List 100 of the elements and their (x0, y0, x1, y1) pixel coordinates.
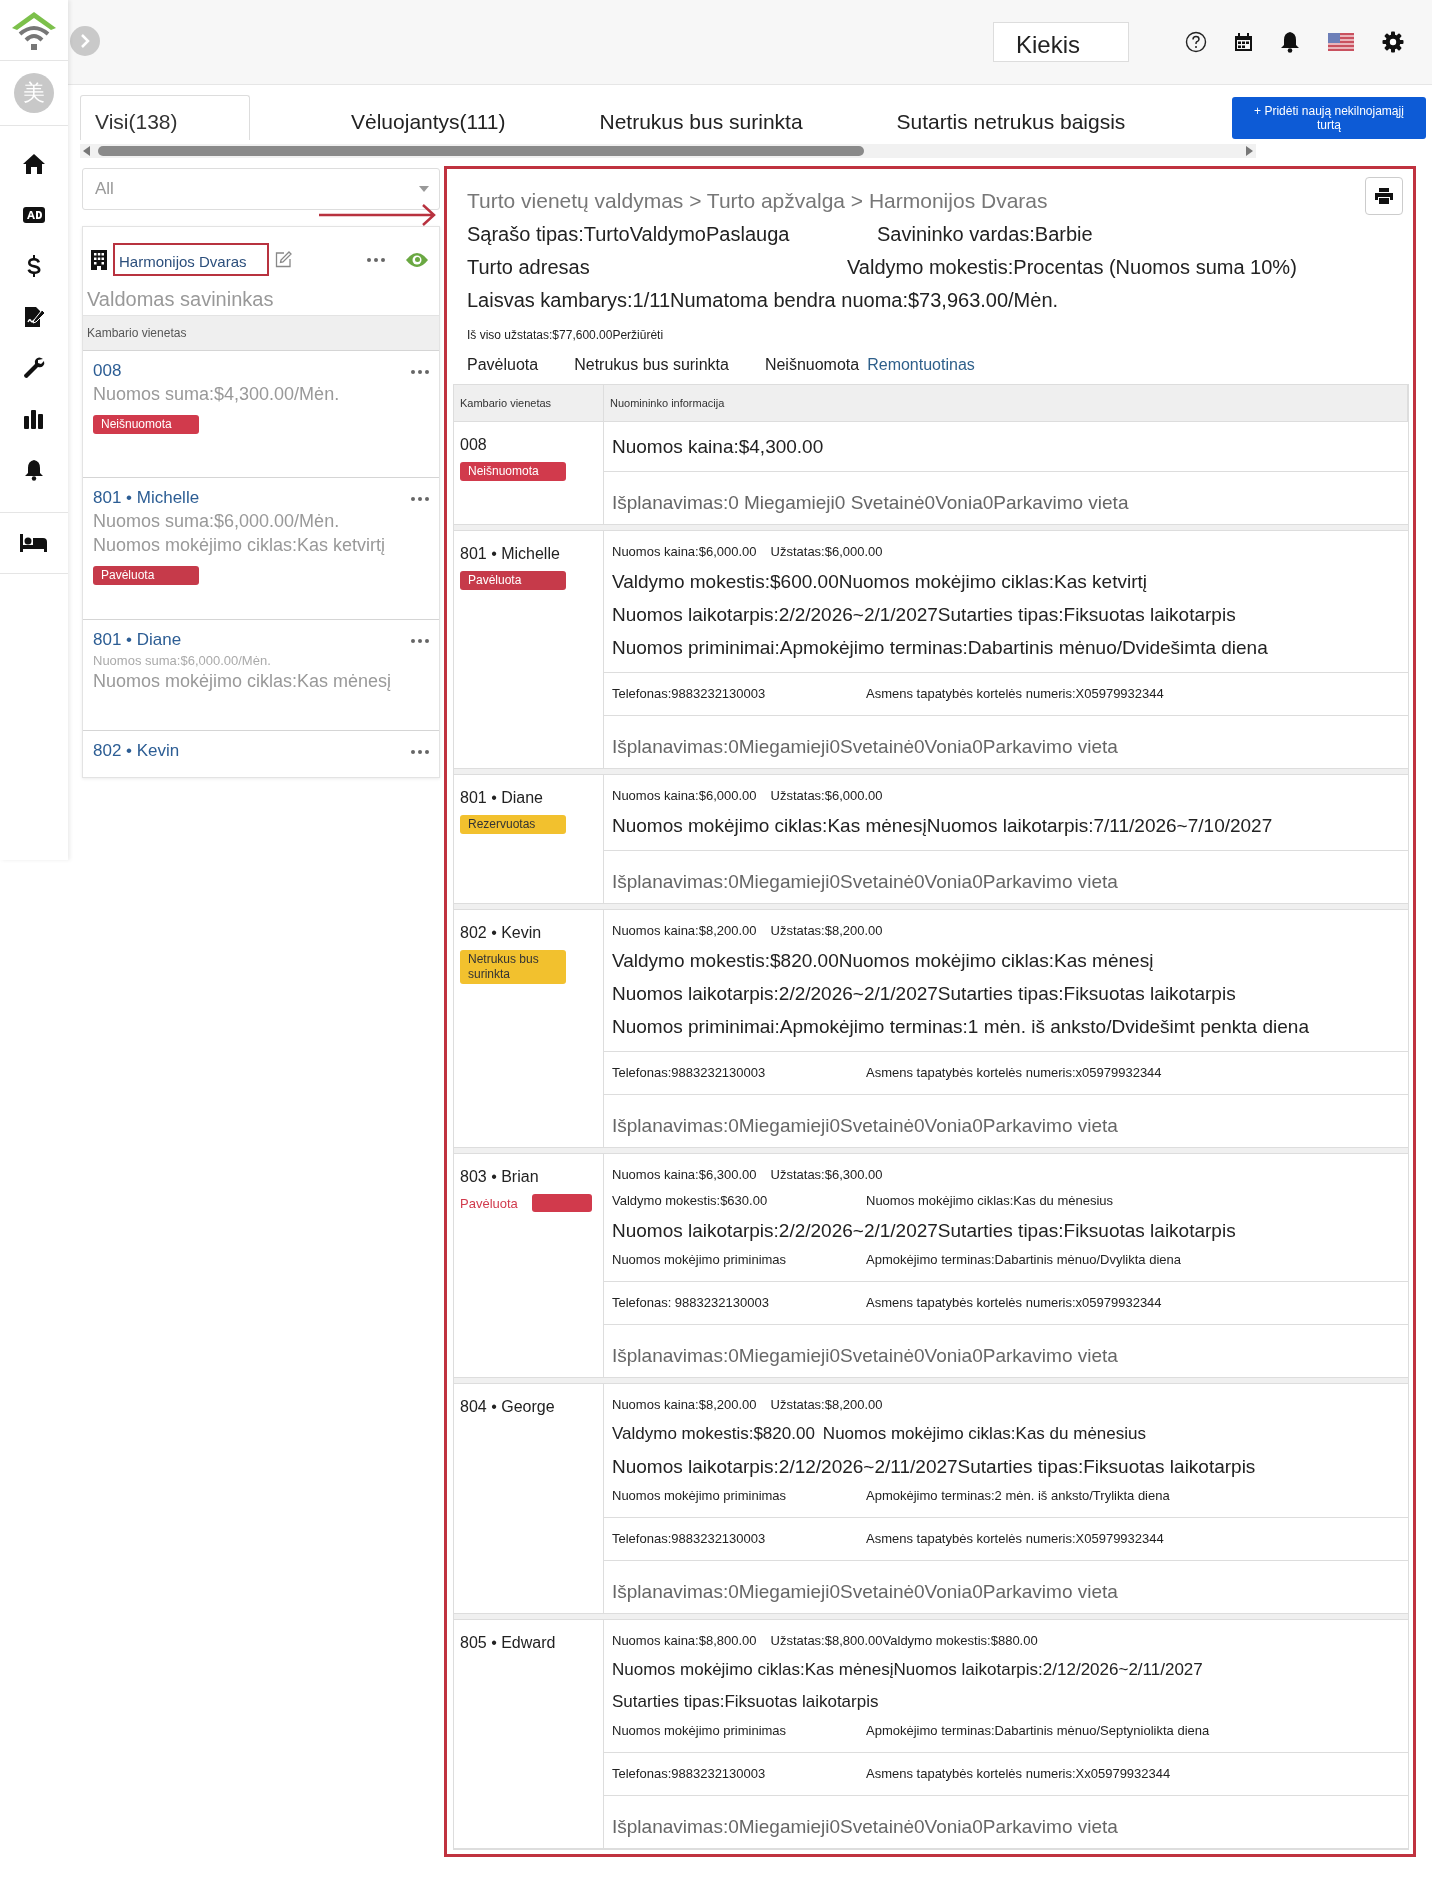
wrench-icon[interactable] (22, 356, 46, 380)
tenant-info: Nuomos priminimai:Apmokėjimo terminas:Dabartinis mėnuo/Dvidešimta diena (612, 636, 1268, 660)
more-icon[interactable] (411, 495, 429, 501)
tenant-info: Užstatas:$8,200.00 (770, 922, 883, 940)
room-layout: Išplanavimas:0Miegamieji0Svetainė0Vonia0Parkavimo vieta (612, 870, 1118, 894)
tenant-info: Asmens tapatybės kortelės numeris:X05979932344 (866, 1530, 1165, 1548)
edit-icon[interactable] (274, 251, 292, 268)
status-label: Pavėluota (460, 1195, 518, 1211)
tenant-info: Asmens tapatybės kortelės numeris:x05979932344 (866, 1064, 1163, 1082)
room-layout: Išplanavimas:0Miegamieji0Svetainė0Vonia0Parkavimo vieta (612, 1815, 1118, 1839)
status-badge: Pavėluota (460, 571, 566, 590)
status-badge: Neišnuomota (93, 415, 199, 434)
contract-icon[interactable] (22, 305, 46, 329)
tenant-info: Nuomos kaina:$6,000.00 (612, 543, 757, 561)
status-filter[interactable]: Pavėluota (467, 356, 539, 374)
tenant-info: Užstatas:$8,800.00Valdymo mokestis:$880.00 (770, 1632, 1038, 1650)
owner-type: Valdomas savininkas (86, 287, 275, 312)
more-icon[interactable] (411, 368, 429, 374)
tenant-info: Asmens tapatybės kortelės numeris:X05979932344 (866, 685, 1165, 703)
tenant-info: Valdymo mokestis:$820.00Nuomos mokėjimo ciklas:Kas mėnesį (612, 949, 1154, 973)
tenant-info: Nuomos kaina:$6,000.00 (612, 787, 757, 805)
tenant-info: Nuomos mokėjimo ciklas:Kas du mėnesius (822, 1423, 1146, 1445)
bed-icon[interactable] (20, 533, 48, 553)
status-badge: Rezervuotas (460, 815, 566, 834)
tenant-info: Nuomos kaina:$6,300.00 (612, 1166, 757, 1184)
unit-title-link[interactable]: 801 • Michelle (93, 488, 200, 508)
tab[interactable]: Netrukus bus surinkta (584, 95, 820, 140)
more-icon[interactable] (411, 637, 429, 643)
tenant-info: Valdymo mokestis:$630.00 (612, 1192, 769, 1210)
add-property-button[interactable]: + Pridėti naują nekilnojamąjį turtą (1232, 96, 1426, 139)
printer-icon (1375, 188, 1393, 204)
calendar-icon[interactable] (1235, 33, 1252, 51)
room-layout: Išplanavimas:0 Miegamieji0 Svetainė0Vonia0Parkavimo vieta (612, 491, 1129, 515)
list-header: Kambario vienetas (83, 315, 439, 350)
tenant-info: Telefonas:9883232130003 (612, 685, 767, 703)
unit-name: 801 • Diane (460, 789, 543, 807)
property-name-link[interactable]: Harmonijos Dvaras (113, 243, 269, 276)
tenant-info: Sutarties tipas:Fiksuotas laikotarpis (612, 1691, 879, 1713)
tenant-info: Užstatas:$6,000.00 (770, 543, 883, 561)
unit-detail: Nuomos suma:$6,000.00/Mėn. (93, 653, 272, 668)
unit-detail: Nuomos mokėjimo ciklas:Kas ketvirtį (93, 535, 387, 556)
status-badge: Netrukus bus surinkta (460, 950, 566, 984)
quantity-field[interactable]: Kiekis (993, 22, 1129, 62)
building-icon (91, 249, 107, 270)
tenant-info: Asmens tapatybės kortelės numeris:x05979932344 (866, 1294, 1163, 1312)
tenant-info: Užstatas:$8,200.00 (770, 1396, 883, 1414)
tenant-info: Nuomos mokėjimo priminimas (612, 1251, 788, 1269)
tenant-info: Nuomos laikotarpis:2/2/2026~2/1/2027Sutarties tipas:Fiksuotas laikotarpis (612, 1219, 1236, 1243)
unit-name: 803 • Brian (460, 1168, 539, 1186)
print-button[interactable] (1365, 177, 1403, 215)
more-icon[interactable] (367, 257, 385, 262)
unit-detail: Nuomos suma:$4,300.00/Mėn. (93, 384, 341, 405)
help-icon[interactable] (1185, 31, 1207, 53)
status-filter[interactable]: Remontuotinas (867, 356, 975, 374)
tenant-info: Nuomos priminimai:Apmokėjimo terminas:1 mėn. iš anksto/Dvidešimt penkta diena (612, 1015, 1309, 1039)
tenant-info: Asmens tapatybės kortelės numeris:Xx05979932344 (866, 1765, 1172, 1783)
unit-name: 801 • Michelle (460, 545, 560, 563)
status-badge: Pavėluota (93, 566, 199, 585)
tab[interactable]: Sutartis netrukus baigsis (881, 95, 1143, 140)
tenant-info: Nuomos laikotarpis:2/2/2026~2/1/2027Sutarties tipas:Fiksuotas laikotarpis (612, 982, 1236, 1006)
tenant-info: Užstatas:$6,300.00 (770, 1166, 883, 1184)
tenant-info: Telefonas:9883232130003 (612, 1064, 767, 1082)
home-icon[interactable] (22, 152, 46, 176)
bar-chart-icon[interactable] (22, 407, 46, 431)
tenant-info: Užstatas:$6,000.00 (770, 787, 883, 805)
chevron-right-icon (79, 34, 91, 48)
tenant-info: Telefonas:9883232130003 (612, 1530, 767, 1548)
property-info: Sąrašo tipas:TurtoValdymoPaslauga (467, 223, 791, 246)
tenant-info: Valdymo mokestis:$600.00Nuomos mokėjimo ciklas:Kas ketvirtį (612, 570, 1147, 594)
unit-name: 008 (460, 436, 487, 454)
tenant-info: Nuomos laikotarpis:2/2/2026~2/1/2027Sutarties tipas:Fiksuotas laikotarpis (612, 603, 1236, 627)
status-filter[interactable]: Netrukus bus surinkta (574, 356, 729, 374)
unit-detail: Nuomos suma:$6,000.00/Mėn. (93, 511, 341, 532)
status-filter[interactable]: Neišnuomota (764, 356, 860, 374)
tenant-info: Telefonas: 9883232130003 (612, 1294, 770, 1312)
unit-title-link[interactable]: 008 (93, 361, 122, 381)
tenant-info: Nuomos mokėjimo ciklas:Kas mėnesįNuomos laikotarpis:2/12/2026~2/11/2027 (612, 1659, 1203, 1681)
total-deposit: Iš viso užstatas:$77,600.00Peržiūrėti (467, 328, 665, 342)
unit-title-link[interactable]: 802 • Kevin (93, 741, 180, 761)
tab[interactable]: Vėluojantys(111) (336, 95, 523, 140)
tenant-info: Nuomos mokėjimo priminimas (612, 1487, 788, 1505)
settings-icon[interactable] (1382, 31, 1404, 53)
tenant-info: Valdymo mokestis:$820.00 (612, 1423, 815, 1445)
unit-name: 804 • George (460, 1398, 555, 1416)
unit-name: 805 • Edward (460, 1634, 556, 1652)
tab[interactable]: Visi(138) (80, 95, 250, 140)
room-layout: Išplanavimas:0Miegamieji0Svetainė0Vonia0Parkavimo vieta (612, 1580, 1118, 1604)
room-layout: Išplanavimas:0Miegamieji0Svetainė0Vonia0Parkavimo vieta (612, 1114, 1118, 1138)
tenant-info: Nuomos mokėjimo priminimas (612, 1722, 788, 1740)
eye-icon[interactable] (405, 251, 429, 268)
bell-icon[interactable] (1280, 31, 1300, 53)
unit-title-link[interactable]: 801 • Diane (93, 630, 182, 650)
room-layout: Išplanavimas:0Miegamieji0Svetainė0Vonia0Parkavimo vieta (612, 1344, 1118, 1368)
tenant-info: Nuomos kaina:$8,200.00 (612, 922, 757, 940)
tenant-info: Apmokėjimo terminas:Dabartinis mėnuo/Septyniolikta diena (866, 1722, 1211, 1740)
tenant-info: Nuomos kaina:$8,200.00 (612, 1396, 757, 1414)
tenant-info: Nuomos mokėjimo ciklas:Kas mėnesįNuomos laikotarpis:7/11/2026~7/10/2027 (612, 814, 1273, 838)
property-info: Savininko vardas:Barbie (877, 223, 1094, 246)
more-icon[interactable] (411, 748, 429, 754)
tenant-info: Nuomos kaina:$8,800.00 (612, 1632, 757, 1650)
